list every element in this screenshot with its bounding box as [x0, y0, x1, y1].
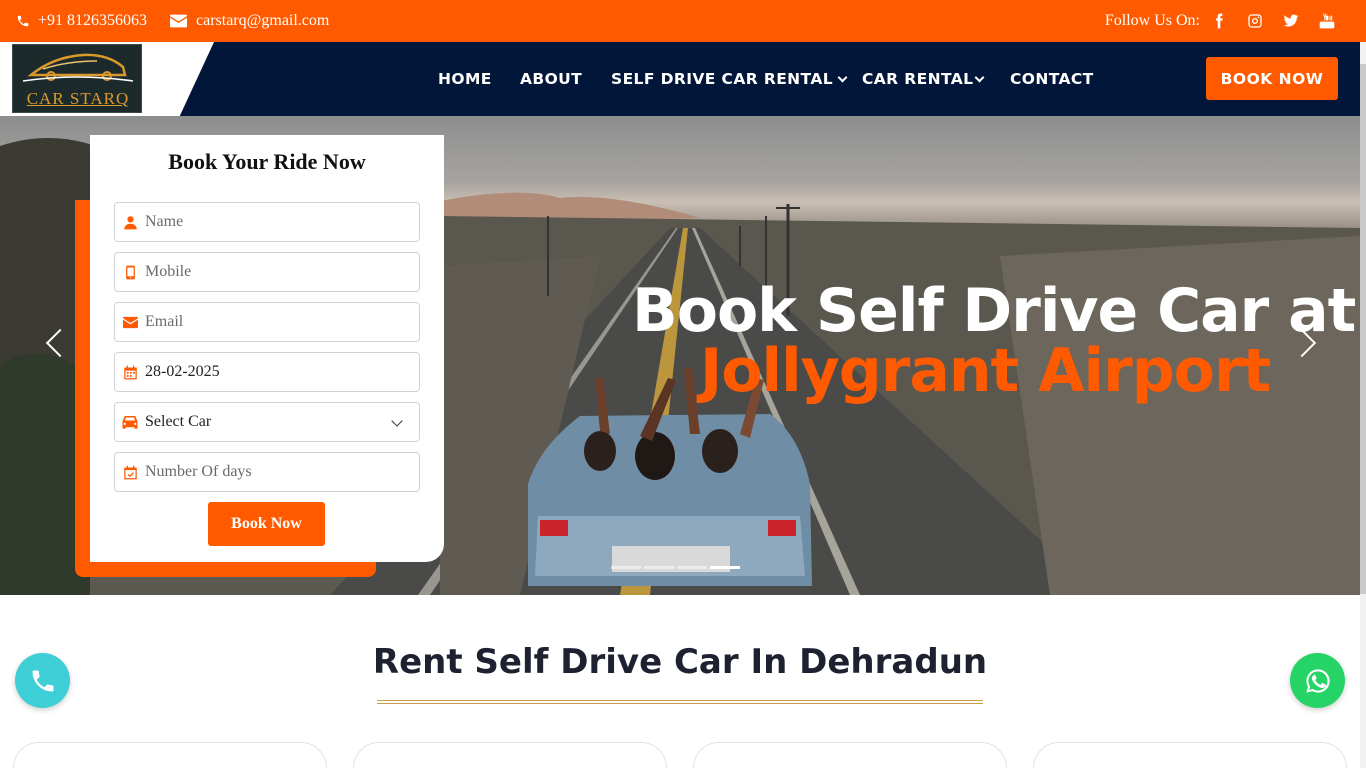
form-title: Book Your Ride Now [168, 149, 366, 174]
call-button[interactable] [15, 653, 70, 708]
calendar-check-icon [115, 452, 145, 492]
car-icon [115, 402, 145, 442]
carousel-indicator[interactable] [611, 566, 641, 569]
email-field[interactable]: Email [114, 302, 420, 342]
nav-contact[interactable]: CONTACT [1010, 42, 1094, 116]
phone-text: +91 8126356063 [38, 12, 148, 29]
main-navbar: CAR STARQ HOME ABOUT SELF DRIVE CAR RENT… [0, 42, 1360, 116]
phone-link[interactable]: +91 8126356063 [16, 0, 147, 42]
email-text: carstarq@gmail.com [196, 12, 330, 29]
nav-about-label: ABOUT [520, 70, 583, 88]
user-icon [115, 202, 145, 242]
phone-icon [17, 15, 29, 27]
car-card[interactable] [1033, 742, 1347, 768]
follow-label: Follow Us On: [1104, 12, 1200, 29]
envelope-icon [115, 302, 145, 342]
car-select[interactable]: Select Car [114, 402, 420, 442]
chevron-down-icon [975, 72, 985, 82]
section-title: Rent Self Drive Car In Dehradun [372, 642, 988, 682]
nav-car-rental[interactable]: CAR RENTAL [862, 42, 985, 116]
top-bar: +91 8126356063 carstarq@gmail.com Follow… [0, 0, 1366, 42]
site-logo[interactable]: CAR STARQ [12, 44, 142, 113]
facebook-icon[interactable] [1209, 11, 1229, 31]
email-link[interactable]: carstarq@gmail.com [170, 0, 329, 42]
scrollbar-thumb[interactable] [1360, 64, 1366, 594]
logo-text: CAR STARQ [26, 89, 130, 108]
carousel-indicator[interactable] [644, 566, 674, 569]
days-placeholder: Number Of days [145, 463, 252, 480]
twitter-icon[interactable] [1281, 11, 1301, 31]
page-scrollbar[interactable] [1360, 42, 1366, 768]
car-logo-icon [22, 53, 134, 82]
date-field[interactable]: 28-02-2025 [114, 352, 420, 392]
nav-contact-label: CONTACT [1010, 70, 1094, 88]
phone-icon [32, 670, 53, 691]
chevron-down-icon [391, 415, 403, 427]
nav-about[interactable]: ABOUT [520, 42, 582, 116]
whatsapp-button[interactable] [1290, 653, 1345, 708]
nav-car-rental-label: CAR RENTAL [862, 70, 974, 88]
envelope-icon [170, 14, 187, 28]
carousel-indicator[interactable] [677, 566, 707, 569]
car-card[interactable] [353, 742, 667, 768]
booking-form: Book Your Ride Now Name Mobile Email 28-… [90, 135, 444, 562]
book-now-button[interactable]: BOOK NOW [1206, 57, 1338, 100]
name-field[interactable]: Name [114, 202, 420, 242]
nav-home[interactable]: HOME [438, 42, 492, 116]
date-value: 28-02-2025 [145, 363, 220, 380]
instagram-icon[interactable] [1245, 11, 1265, 31]
calendar-icon [115, 352, 145, 392]
nav-home-label: HOME [438, 70, 492, 88]
carousel-indicators [611, 566, 740, 569]
car-card[interactable] [693, 742, 1007, 768]
hero-title-line2: Jollygrant Airport [700, 336, 1271, 406]
mobile-placeholder: Mobile [145, 263, 192, 280]
nav-self-drive-car-rental[interactable]: SELF DRIVE CAR RENTAL [611, 42, 848, 116]
days-field[interactable]: Number Of days [114, 452, 420, 492]
title-underline [377, 700, 983, 704]
car-card[interactable] [13, 742, 327, 768]
mobile-icon [115, 252, 145, 292]
car-select-value: Select Car [145, 413, 212, 430]
form-submit-button[interactable]: Book Now [208, 502, 325, 546]
youtube-icon[interactable] [1317, 11, 1337, 31]
carousel-indicator-active[interactable] [710, 566, 740, 569]
chevron-down-icon [837, 72, 848, 82]
whatsapp-icon [1305, 668, 1330, 693]
name-placeholder: Name [145, 213, 184, 230]
mobile-field[interactable]: Mobile [114, 252, 420, 292]
logo-wrap: CAR STARQ [0, 42, 214, 116]
nav-self-drive-label: SELF DRIVE CAR RENTAL [611, 70, 834, 88]
email-placeholder: Email [145, 313, 184, 330]
